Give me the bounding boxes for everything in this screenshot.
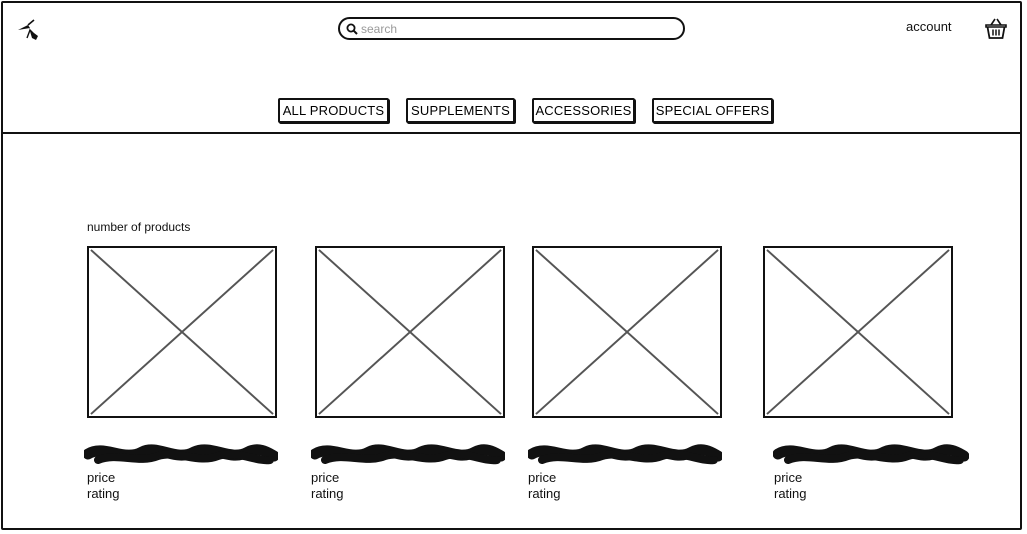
basket-icon[interactable] — [984, 16, 1008, 40]
header-divider — [2, 132, 1022, 134]
product-card[interactable]: price rating — [311, 246, 507, 501]
product-rating: rating — [528, 486, 561, 501]
product-card[interactable]: price rating — [763, 246, 969, 501]
tab-supplements[interactable]: SUPPLEMENTS — [406, 98, 515, 123]
tab-special-offers[interactable]: SPECIAL OFFERS — [652, 98, 773, 123]
image-placeholder-icon[interactable] — [763, 246, 953, 418]
product-price: price — [311, 470, 340, 485]
product-name-scribble[interactable] — [84, 440, 278, 470]
product-card[interactable]: price rating — [84, 246, 279, 501]
product-name-scribble[interactable] — [528, 440, 722, 470]
product-price: price — [774, 470, 803, 485]
search-input[interactable] — [361, 21, 661, 36]
product-name-scribble[interactable] — [773, 440, 969, 470]
tab-all-products[interactable]: ALL PRODUCTS — [278, 98, 389, 123]
product-price: price — [87, 470, 116, 485]
tab-accessories[interactable]: ACCESSORIES — [532, 98, 635, 123]
product-price: price — [528, 470, 557, 485]
image-placeholder-icon[interactable] — [315, 246, 505, 418]
product-rating: rating — [87, 486, 120, 501]
product-rating: rating — [774, 486, 807, 501]
image-placeholder-icon[interactable] — [532, 246, 722, 418]
product-name-scribble[interactable] — [311, 440, 505, 470]
product-count-label: number of products — [87, 220, 191, 234]
logo-icon[interactable] — [16, 16, 42, 42]
image-placeholder-icon[interactable] — [87, 246, 277, 418]
product-rating: rating — [311, 486, 344, 501]
search-icon — [346, 23, 358, 35]
product-card[interactable]: price rating — [528, 246, 724, 501]
account-link[interactable]: account — [906, 19, 952, 34]
search-bar[interactable] — [338, 17, 685, 40]
